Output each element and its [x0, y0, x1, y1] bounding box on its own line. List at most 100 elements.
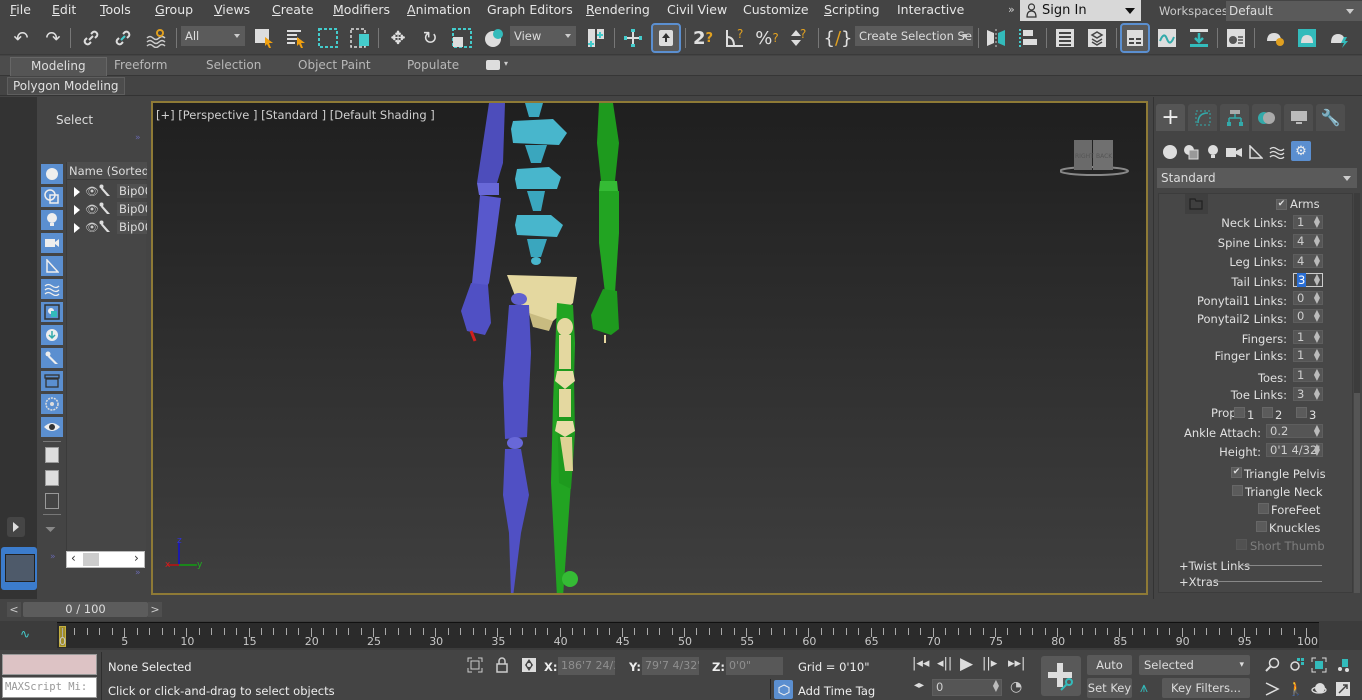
scroll-right-icon[interactable]: ›: [134, 551, 139, 565]
z-coord-field[interactable]: 0'0": [726, 657, 783, 675]
rectangular-selection-icon[interactable]: [315, 25, 341, 51]
orbit-icon[interactable]: [1310, 680, 1328, 698]
spinner-snap-icon[interactable]: ?: [786, 25, 812, 51]
reference-coordinate-dropdown[interactable]: View: [510, 26, 576, 46]
filter-space-warps-icon[interactable]: [41, 279, 63, 299]
helpers-icon[interactable]: [1248, 144, 1264, 160]
percent-snap-icon[interactable]: %?: [754, 25, 780, 51]
list-item[interactable]: 👁 Bip00: [67, 201, 147, 218]
filter-bones-icon[interactable]: [41, 348, 63, 368]
filter-cameras-icon[interactable]: [41, 233, 63, 253]
expand-icon[interactable]: »: [135, 133, 141, 143]
tail-links-spinner[interactable]: 3 ▲ ▼: [1293, 273, 1323, 287]
menu-customize[interactable]: Customize: [743, 2, 809, 17]
walk-through-icon[interactable]: 🚶: [1287, 680, 1305, 698]
menu-tools[interactable]: Tools: [100, 2, 131, 17]
curve-editor-mini-icon[interactable]: ∿: [20, 627, 30, 641]
render-setup-icon[interactable]: [1262, 25, 1288, 51]
perspective-viewport[interactable]: [+] [Perspective ] [Standard ] [Default …: [151, 101, 1148, 595]
schematic-view-icon[interactable]: [1186, 25, 1212, 51]
menu-interactive[interactable]: Interactive: [897, 2, 964, 17]
display-invert-icon[interactable]: [45, 493, 59, 509]
scroll-thumb[interactable]: [83, 553, 99, 566]
workspaces-dropdown[interactable]: Default: [1226, 1, 1362, 21]
previous-frame-icon[interactable]: ◂||: [937, 656, 952, 671]
chevron-down-icon[interactable]: ▾: [504, 59, 508, 68]
field-of-view-icon[interactable]: [1263, 680, 1281, 698]
mirror-icon[interactable]: [983, 25, 1009, 51]
xtras-group[interactable]: +Xtras: [1179, 575, 1219, 589]
display-none-icon[interactable]: [45, 470, 59, 486]
selection-filter-dropdown[interactable]: All: [181, 26, 245, 46]
tab-freeform[interactable]: Freeform: [114, 58, 167, 72]
filter-xrefs-icon[interactable]: [41, 325, 63, 345]
time-configuration-icon[interactable]: ◔: [1010, 679, 1022, 695]
pivot-center-icon[interactable]: [583, 25, 609, 51]
neck-links-spinner[interactable]: 1 ▲ ▼: [1293, 215, 1323, 229]
expand-panel-button[interactable]: [7, 517, 25, 537]
tab-motion[interactable]: [1252, 104, 1281, 131]
filter-lights-icon[interactable]: [41, 210, 63, 230]
y-coord-field[interactable]: 79'7 4/32": [642, 657, 699, 675]
bind-space-warp-icon[interactable]: [143, 25, 169, 51]
cameras-icon[interactable]: [1226, 144, 1242, 160]
spine-links-spinner[interactable]: 4 ▲ ▼: [1293, 234, 1323, 248]
link-icon[interactable]: [78, 25, 104, 51]
toggle-ribbon-icon[interactable]: [1120, 23, 1150, 53]
menu-file[interactable]: File: [10, 2, 31, 17]
scroll-thumb[interactable]: [1354, 393, 1360, 593]
toe-links-spinner[interactable]: 3 ▲ ▼: [1293, 387, 1323, 401]
display-all-icon[interactable]: [45, 447, 59, 463]
key-mode-dropdown[interactable]: Selected ▾: [1139, 655, 1250, 675]
menu-views[interactable]: Views: [214, 2, 250, 17]
filter-groups-icon[interactable]: [41, 302, 63, 322]
default-in-out-tangents-icon[interactable]: ⩚: [1140, 680, 1148, 696]
menu-edit[interactable]: Edit: [52, 2, 76, 17]
column-header-name[interactable]: Name (Sorted A: [67, 162, 147, 180]
render-production-icon[interactable]: [1326, 25, 1352, 51]
key-mode-toggle-icon[interactable]: ◂▸: [914, 680, 924, 691]
rendered-frame-window-icon[interactable]: [1294, 25, 1320, 51]
move-icon[interactable]: ✥: [385, 25, 411, 51]
absolute-mode-transform-icon[interactable]: [520, 656, 538, 674]
named-selection-dropdown[interactable]: Create Selection Se: [855, 26, 973, 46]
tab-modeling[interactable]: Modeling: [10, 57, 107, 76]
material-editor-icon[interactable]: [1223, 25, 1249, 51]
rotate-icon[interactable]: ↻: [417, 25, 443, 51]
ankle-attach-spinner[interactable]: 0.2 ▲ ▼: [1266, 424, 1323, 438]
arms-checkbox[interactable]: ✔: [1276, 199, 1287, 210]
shapes-icon[interactable]: [1183, 144, 1199, 160]
expand-arrow-icon[interactable]: [74, 223, 80, 233]
prop3-checkbox[interactable]: [1296, 407, 1307, 418]
folder-icon[interactable]: [1185, 194, 1208, 214]
space-warps-icon[interactable]: [1269, 144, 1285, 160]
align-icon[interactable]: [1015, 25, 1041, 51]
filter-settings-icon[interactable]: ⏷: [45, 522, 56, 538]
set-keys-button[interactable]: [1041, 656, 1081, 696]
biped-skeleton[interactable]: [153, 103, 1148, 595]
polygon-modeling-button[interactable]: Polygon Modeling: [7, 77, 125, 95]
ponytail1-links-spinner[interactable]: 0 ▲ ▼: [1293, 291, 1323, 305]
eye-icon[interactable]: 👁: [85, 185, 99, 198]
height-spinner[interactable]: 0'1 4/32' ▲ ▼: [1266, 443, 1323, 457]
edit-named-selection-icon[interactable]: {/}: [824, 25, 853, 51]
expand-icon[interactable]: »: [50, 552, 56, 562]
toes-spinner[interactable]: 1 ▲ ▼: [1293, 368, 1323, 382]
redo-icon[interactable]: ↷: [40, 25, 66, 51]
previous-frame-button[interactable]: <: [7, 602, 21, 617]
key-filters-button[interactable]: Key Filters...: [1162, 678, 1250, 698]
toggle-layer-explorer-icon[interactable]: [1084, 25, 1110, 51]
add-time-tag-button[interactable]: Add Time Tag: [798, 684, 875, 698]
tab-create[interactable]: +: [1156, 104, 1185, 131]
scale-icon[interactable]: [449, 25, 475, 51]
command-panel-scrollbar[interactable]: [1354, 193, 1360, 593]
fingers-spinner[interactable]: 1 ▲ ▼: [1293, 330, 1323, 344]
expand-icon[interactable]: »: [135, 568, 141, 578]
select-by-name-icon[interactable]: [283, 25, 309, 51]
toggle-scene-explorer-icon[interactable]: [1052, 25, 1078, 51]
triangle-pelvis-checkbox[interactable]: ✔: [1231, 467, 1242, 478]
finger-links-spinner[interactable]: 1 ▲ ▼: [1293, 348, 1323, 362]
list-item[interactable]: 👁 Bip00: [67, 183, 147, 200]
knuckles-checkbox[interactable]: [1256, 521, 1267, 532]
menu-group[interactable]: Group: [155, 2, 193, 17]
